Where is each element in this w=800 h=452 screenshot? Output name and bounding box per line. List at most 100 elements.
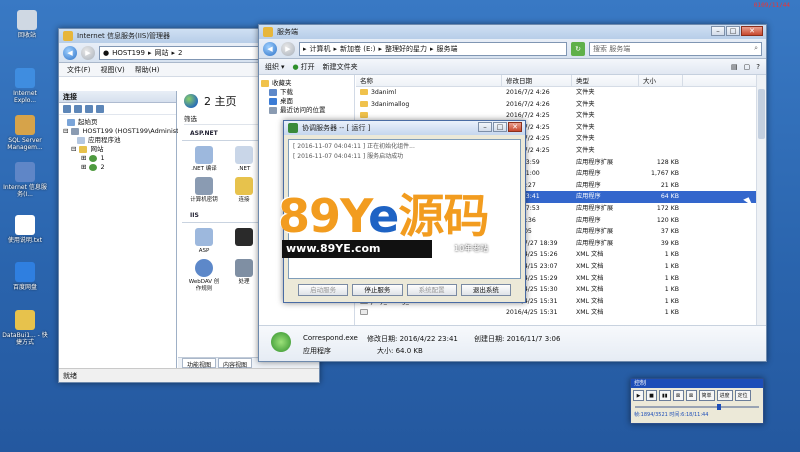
desktop-icon-baidu[interactable]: 百度网盘 bbox=[2, 262, 48, 291]
breadcrumb-item[interactable]: HOST199 bbox=[112, 49, 145, 57]
tab-features-view[interactable]: 功能视图 bbox=[182, 358, 217, 368]
desktop-icon-databuilder[interactable]: DataBui1... - 快捷方式 bbox=[2, 310, 48, 346]
column-type[interactable]: 类型 bbox=[572, 75, 639, 86]
breadcrumb-item[interactable]: 服务端 bbox=[437, 44, 458, 54]
download-icon bbox=[269, 89, 277, 96]
new-folder-button[interactable]: 新建文件夹 bbox=[323, 62, 358, 72]
tree-item-app-pools[interactable]: 应用程序池 bbox=[61, 136, 174, 145]
menu-help[interactable]: 帮助(H) bbox=[135, 65, 160, 74]
desktop-icon-sql[interactable]: SQL Server Managem... bbox=[2, 115, 48, 151]
file-size bbox=[639, 99, 683, 111]
minimize-button[interactable]: – bbox=[711, 26, 725, 36]
minimize-button[interactable]: – bbox=[478, 122, 492, 132]
desktop-icon-recycle-bin[interactable]: 回收站 bbox=[4, 10, 50, 39]
system-config-button[interactable]: 系统配置 bbox=[406, 284, 457, 296]
locate-button[interactable]: 定位 bbox=[734, 390, 751, 401]
save-icon[interactable] bbox=[74, 105, 82, 113]
tree-item-site-1[interactable]: ⊞ 1 bbox=[61, 154, 174, 163]
feature-auth[interactable] bbox=[226, 228, 262, 255]
pause-button[interactable]: ▮▮ bbox=[659, 390, 671, 401]
refresh-icon[interactable]: ↻ bbox=[571, 41, 585, 56]
breadcrumb-item[interactable]: 2 bbox=[178, 49, 182, 57]
forward-icon[interactable]: ▶ bbox=[281, 41, 295, 56]
tab-content-view[interactable]: 内容视图 bbox=[218, 358, 253, 368]
maximize-button[interactable]: □ bbox=[493, 122, 507, 132]
breadcrumb-item[interactable]: 新加卷 (E:) bbox=[340, 44, 375, 54]
back-icon[interactable]: ◀ bbox=[263, 41, 277, 56]
globe-icon[interactable] bbox=[63, 105, 71, 113]
open-button[interactable]: ● 打开 bbox=[293, 62, 315, 72]
nav-favorites[interactable]: 收藏夹 bbox=[261, 79, 352, 88]
net-icon bbox=[235, 146, 253, 164]
file-type: 文件夹 bbox=[576, 123, 595, 131]
slider-handle[interactable] bbox=[716, 404, 721, 410]
file-date: 2016/7/2 4:26 bbox=[506, 89, 550, 96]
simple-button[interactable]: 简单 bbox=[698, 390, 715, 401]
play-button[interactable]: ▶ bbox=[633, 390, 644, 401]
file-row[interactable]: 2016/4/25 15:31 XML 文档 1 KB bbox=[356, 307, 756, 319]
watermark-slogan: 10年老站 bbox=[454, 244, 489, 253]
recycle-bin-icon bbox=[17, 10, 37, 30]
column-date[interactable]: 修改日期 bbox=[502, 75, 572, 86]
tree-item-start-page[interactable]: 起始页 bbox=[61, 118, 174, 127]
desktop-icon-readme[interactable]: 使用说明.txt bbox=[2, 215, 48, 244]
frame-button[interactable]: ⊠ bbox=[672, 390, 684, 401]
folder-icon bbox=[263, 27, 273, 37]
file-row[interactable]: 3danimallog 2016/7/2 4:26 文件夹 bbox=[356, 99, 756, 111]
start-service-button[interactable]: 启动服务 bbox=[298, 284, 349, 296]
progress-slider[interactable] bbox=[635, 404, 759, 410]
desktop-icon-iis[interactable]: Internet 信息服务(I... bbox=[2, 162, 48, 198]
feature-machine-key[interactable]: 计算机密钥 bbox=[186, 177, 222, 204]
frame-button[interactable]: ⊠ bbox=[685, 390, 697, 401]
stop-service-button[interactable]: 停止服务 bbox=[352, 284, 403, 296]
feature-handler[interactable]: 处理 bbox=[226, 259, 262, 293]
scrollbar-thumb[interactable] bbox=[758, 89, 765, 139]
preview-pane-icon[interactable]: ▢ bbox=[744, 63, 751, 71]
column-size[interactable]: 大小 bbox=[639, 75, 683, 86]
refresh-icon[interactable] bbox=[96, 105, 104, 113]
tree-item-host[interactable]: ⊟ HOST199 (HOST199\Administr bbox=[61, 127, 181, 136]
tree-item-sites[interactable]: ⊟ 网站 bbox=[61, 145, 174, 154]
feature-net-compilation[interactable]: .NET 编译 bbox=[186, 146, 222, 173]
coordinator-title-bar[interactable]: 协调服务器 -- [ 运行 ] – □ ✕ bbox=[284, 121, 525, 135]
explorer-title-bar[interactable]: 服务端 – □ ✕ bbox=[259, 25, 766, 39]
progress-button[interactable]: 进度 bbox=[716, 390, 733, 401]
explorer-address-bar[interactable]: ▸ 计算机 ▸ 新加卷 (E:) ▸ 整理好的星力 ▸ 服务端 bbox=[299, 41, 567, 56]
column-name[interactable]: 名称 bbox=[356, 75, 502, 86]
connect-icon[interactable] bbox=[85, 105, 93, 113]
search-input[interactable]: 搜索 服务端 ⌕ bbox=[589, 41, 762, 56]
file-row[interactable]: 3daniml 2016/7/2 4:26 文件夹 bbox=[356, 87, 756, 99]
breadcrumb-item[interactable]: 网站 bbox=[154, 48, 168, 58]
help-icon[interactable]: ? bbox=[756, 63, 760, 71]
feature-net[interactable]: .NET bbox=[226, 146, 262, 173]
file-size: 1,767 KB bbox=[651, 170, 679, 178]
window-controls: – □ ✕ bbox=[478, 122, 522, 132]
close-button[interactable]: ✕ bbox=[741, 26, 763, 36]
vertical-scrollbar[interactable] bbox=[756, 75, 766, 325]
feature-connection[interactable]: 连接 bbox=[226, 177, 262, 204]
menu-view[interactable]: 视图(V) bbox=[101, 65, 125, 74]
nav-recent[interactable]: 最近访问的位置 bbox=[261, 106, 352, 115]
exit-system-button[interactable]: 退出系统 bbox=[460, 284, 511, 296]
nav-downloads[interactable]: 下载 bbox=[261, 88, 352, 97]
internet-explorer-icon bbox=[15, 68, 35, 88]
feature-asp[interactable]: ASP bbox=[186, 228, 222, 255]
file-type: 文件夹 bbox=[576, 135, 595, 143]
breadcrumb-item[interactable]: 计算机 bbox=[310, 44, 331, 54]
nav-desktop[interactable]: 桌面 bbox=[261, 97, 352, 106]
tree-item-site-2[interactable]: ⊞ 2 bbox=[61, 163, 174, 172]
watermark-url: www.89YE.com bbox=[282, 240, 432, 258]
breadcrumb-item[interactable]: 整理好的星力 bbox=[385, 44, 427, 54]
close-button[interactable]: ✕ bbox=[508, 122, 522, 132]
maximize-button[interactable]: □ bbox=[726, 26, 740, 36]
organize-button[interactable]: 组织 ▾ bbox=[265, 62, 285, 72]
back-icon[interactable]: ◀ bbox=[63, 45, 77, 60]
start-page-icon bbox=[67, 119, 75, 126]
forward-icon[interactable]: ▶ bbox=[81, 45, 95, 60]
menu-file[interactable]: 文件(F) bbox=[67, 65, 91, 74]
stop-button[interactable]: ■ bbox=[646, 390, 657, 401]
desktop-icon-label: 百度网盘 bbox=[12, 284, 37, 291]
feature-webdav[interactable]: WebDAV 创作规则 bbox=[186, 259, 222, 293]
desktop-icon-ie[interactable]: Internet Explo... bbox=[2, 68, 48, 104]
view-options-icon[interactable]: ▤ bbox=[731, 63, 738, 71]
